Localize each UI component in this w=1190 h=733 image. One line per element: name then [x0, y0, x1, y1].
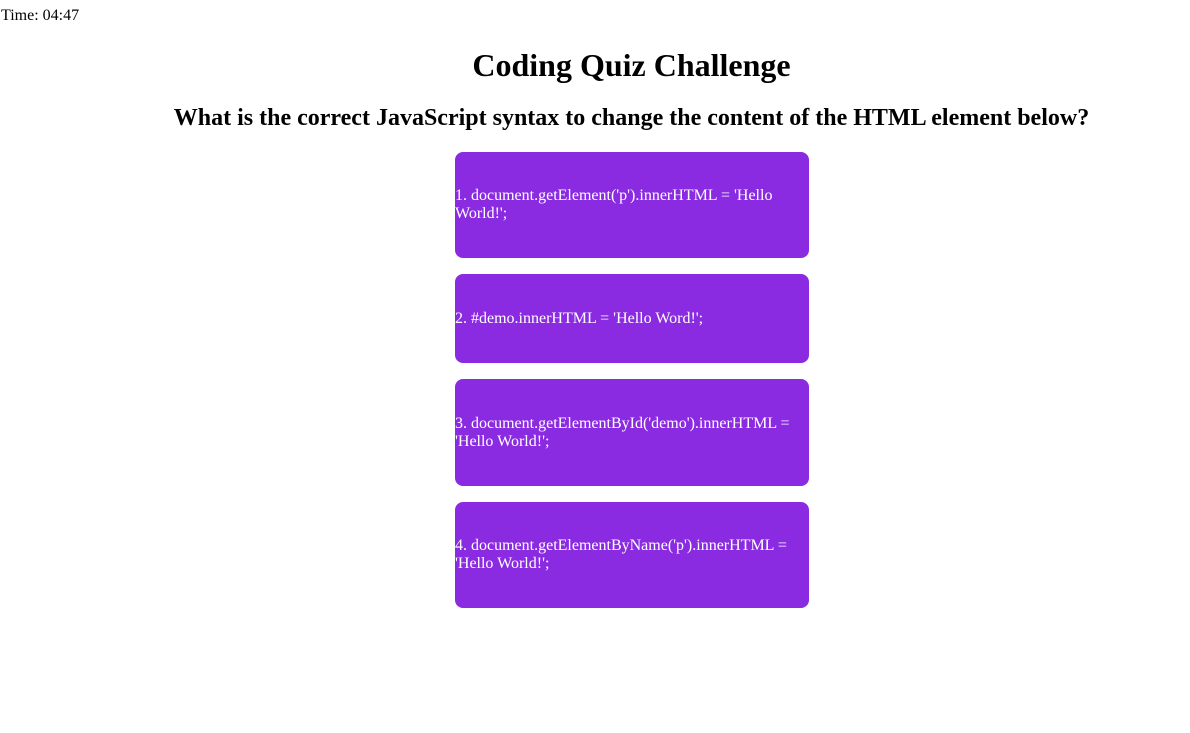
answer-button-4[interactable]: 4. document.getElementByName('p').innerH…: [455, 502, 809, 608]
answer-list: 1. document.getElement('p').innerHTML = …: [455, 152, 809, 624]
answer-button-1[interactable]: 1. document.getElement('p').innerHTML = …: [455, 152, 809, 258]
timer-text: Time: 04:47: [1, 7, 80, 24]
answer-button-2[interactable]: 2. #demo.innerHTML = 'Hello Word!';: [455, 274, 809, 363]
answer-label-3: 3. document.getElementById('demo').inner…: [455, 414, 790, 450]
page-title: Coding Quiz Challenge: [472, 47, 791, 83]
answer-label-4: 4. document.getElementByName('p').innerH…: [455, 537, 787, 572]
answer-label-1: 1. document.getElement('p').innerHTML = …: [455, 187, 773, 222]
answer-label-2: 2. #demo.innerHTML = 'Hello Word!';: [455, 309, 704, 327]
question-text: What is the correct JavaScript syntax to…: [173, 105, 1090, 131]
answer-button-3[interactable]: 3. document.getElementById('demo').inner…: [455, 379, 809, 486]
